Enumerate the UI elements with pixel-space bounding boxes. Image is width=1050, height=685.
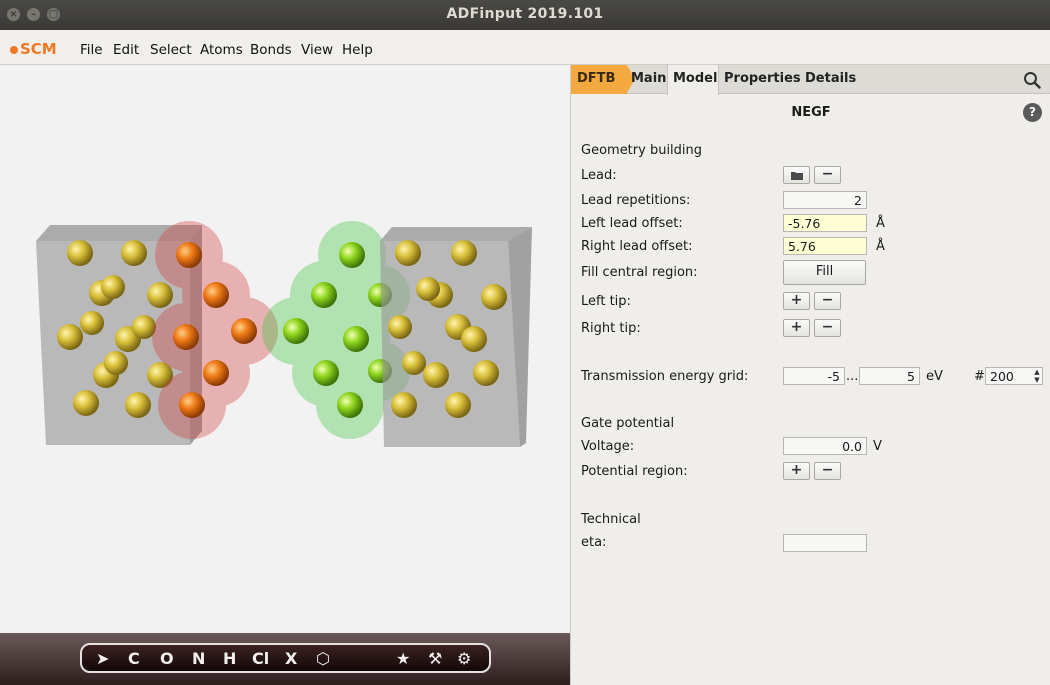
add-right-tip-button[interactable]: + xyxy=(783,319,810,337)
molecule-viewer[interactable] xyxy=(0,65,570,685)
left-lead-offset-field[interactable]: -5.76 xyxy=(783,214,867,232)
logo-text: SCM xyxy=(20,40,57,58)
right-lead-offset-label: Right lead offset: xyxy=(581,239,693,254)
atom-toolbar: ➤ C O N H Cl X ⬡ ★ ⚒ ⚙ xyxy=(80,643,491,673)
left-offset-unit: Å xyxy=(876,216,885,231)
menu-edit[interactable]: Edit xyxy=(113,42,139,58)
atom-nitrogen-button[interactable]: N xyxy=(192,649,205,668)
favorites-star-icon[interactable]: ★ xyxy=(396,649,410,668)
menu-view[interactable]: View xyxy=(301,42,333,58)
tab-details[interactable]: Details xyxy=(805,71,856,86)
tab-main[interactable]: Main xyxy=(631,71,666,86)
ring-structure-icon[interactable]: ⬡ xyxy=(316,649,330,668)
range-dots: ... xyxy=(846,369,859,384)
window-title: ADFinput 2019.101 xyxy=(446,6,604,22)
energy-unit: eV xyxy=(926,369,943,384)
geometry-heading: Geometry building xyxy=(581,143,703,158)
atom-chlorine-button[interactable]: Cl xyxy=(252,649,269,668)
title-bar: × – □ ADFinput 2019.101 xyxy=(0,0,1050,30)
menu-atoms[interactable]: Atoms xyxy=(200,42,243,58)
atom-carbon-button[interactable]: C xyxy=(128,649,140,668)
transmission-grid-label: Transmission energy grid: xyxy=(581,369,749,384)
left-lead-offset-label: Left lead offset: xyxy=(581,216,683,231)
remove-left-tip-button[interactable]: − xyxy=(814,292,841,310)
lead-repetitions-field[interactable]: 2 xyxy=(783,191,867,209)
grid-count-spinner[interactable]: ▲ ▼ xyxy=(1032,368,1042,386)
section-title: NEGF xyxy=(791,105,831,120)
lead-label: Lead: xyxy=(581,168,617,183)
select-pointer-icon[interactable]: ➤ xyxy=(96,649,109,668)
open-lead-button[interactable] xyxy=(783,166,810,184)
settings-panel: DFTB Main Model Properties Details NEGF … xyxy=(570,65,1050,685)
tools-icon[interactable]: ⚒ xyxy=(428,649,442,668)
remove-potential-region-button[interactable]: − xyxy=(814,462,841,480)
potential-region-label: Potential region: xyxy=(581,464,688,479)
atom-other-dropdown[interactable]: X xyxy=(285,649,297,668)
right-lead-offset-field[interactable]: 5.76 xyxy=(783,237,867,255)
gear-icon[interactable]: ⚙ xyxy=(457,649,471,668)
right-lead-cell xyxy=(380,227,532,447)
voltage-label: Voltage: xyxy=(581,439,635,454)
voltage-field[interactable]: 0.0 xyxy=(783,437,867,455)
right-tip-label: Right tip: xyxy=(581,321,641,336)
menu-bonds[interactable]: Bonds xyxy=(250,42,292,58)
atom-oxygen-button[interactable]: O xyxy=(160,649,174,668)
right-offset-unit: Å xyxy=(876,239,885,254)
menu-select[interactable]: Select xyxy=(150,42,192,58)
add-left-tip-button[interactable]: + xyxy=(783,292,810,310)
tab-model[interactable]: Model xyxy=(673,71,717,86)
scm-logo[interactable]: SCM xyxy=(10,40,57,58)
fill-button[interactable]: Fill xyxy=(783,260,866,285)
grid-count-prefix: # xyxy=(974,369,985,384)
left-tip-label: Left tip: xyxy=(581,294,631,309)
energy-min-field[interactable]: -5 xyxy=(783,367,845,385)
molecule-canvas[interactable] xyxy=(0,65,570,633)
menu-file[interactable]: File xyxy=(80,42,103,58)
left-tip-atoms xyxy=(152,221,278,439)
help-icon[interactable]: ? xyxy=(1023,103,1042,122)
energy-max-field[interactable]: 5 xyxy=(859,367,920,385)
menu-bar: SCM File Edit Select Atoms Bonds View He… xyxy=(0,30,1050,65)
remove-lead-button[interactable]: − xyxy=(814,166,841,184)
folder-icon xyxy=(790,172,803,180)
lead-repetitions-label: Lead repetitions: xyxy=(581,193,691,208)
technical-heading: Technical xyxy=(581,512,641,527)
fill-central-label: Fill central region: xyxy=(581,265,698,280)
remove-right-tip-button[interactable]: − xyxy=(814,319,841,337)
logo-mark-icon xyxy=(10,46,18,54)
tab-properties[interactable]: Properties xyxy=(724,71,801,86)
search-icon[interactable] xyxy=(1023,71,1041,89)
eta-field[interactable] xyxy=(783,534,867,552)
eta-label: eta: xyxy=(581,535,607,550)
menu-help[interactable]: Help xyxy=(342,42,373,58)
panel-tab-bar: DFTB Main Model Properties Details xyxy=(571,65,1050,95)
voltage-unit: V xyxy=(873,439,882,454)
gate-potential-heading: Gate potential xyxy=(581,416,675,431)
atom-hydrogen-button[interactable]: H xyxy=(223,649,236,668)
add-potential-region-button[interactable]: + xyxy=(783,462,810,480)
tab-dftb-label[interactable]: DFTB xyxy=(577,71,615,86)
